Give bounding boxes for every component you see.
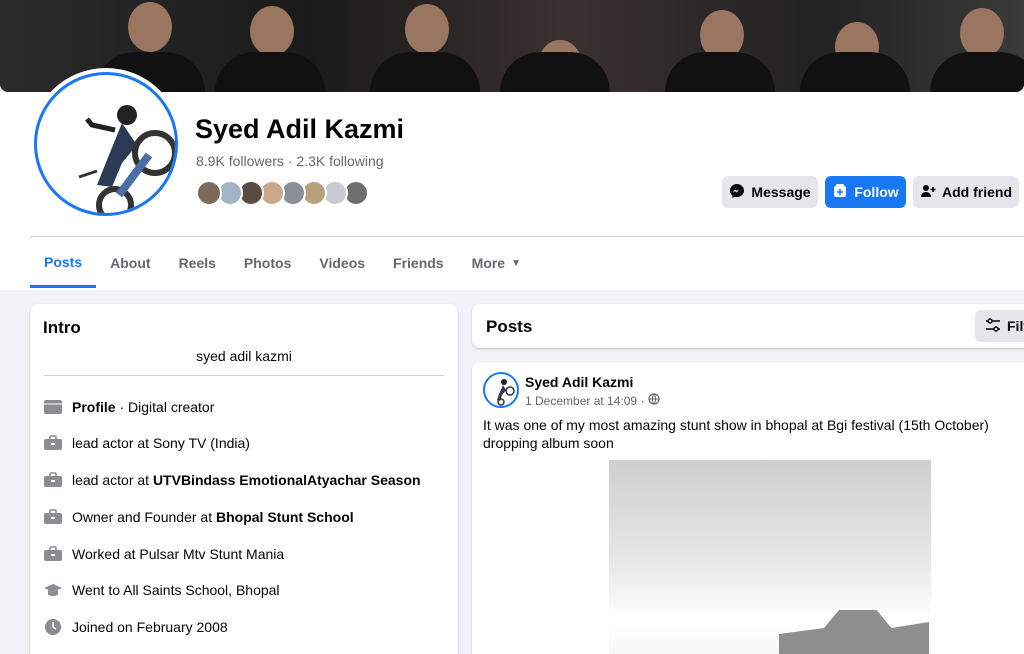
- tab-videos[interactable]: Videos: [305, 238, 379, 288]
- briefcase-icon: [44, 545, 62, 563]
- separator-dot: ·: [287, 153, 293, 169]
- intro-item-text: Went to All Saints School, Bhopal: [72, 582, 280, 598]
- intro-item-link[interactable]: UTVBindass EmotionalAtyachar Season: [153, 472, 421, 488]
- friend-avatar[interactable]: [196, 180, 222, 206]
- message-label: Message: [751, 184, 811, 200]
- intro-item-label: Went to All Saints School, Bhopal: [72, 582, 280, 598]
- followers-count[interactable]: 8.9K followers: [196, 153, 284, 169]
- intro-item-text: lead actor at UTVBindass EmotionalAtyach…: [72, 472, 421, 488]
- post-author-avatar[interactable]: [483, 372, 519, 408]
- add-friend-label: Add friend: [942, 184, 1012, 200]
- intro-item: Joined on February 2008: [44, 618, 228, 636]
- filters-button[interactable]: Filt: [975, 310, 1024, 342]
- tab-photos[interactable]: Photos: [230, 238, 305, 288]
- tab-posts[interactable]: Posts: [30, 238, 97, 288]
- briefcase-icon: [44, 434, 62, 452]
- tab-reels[interactable]: Reels: [165, 238, 230, 288]
- intro-card: Intro syed adil kazmi Profile · Digital …: [30, 304, 458, 654]
- profile-icon: [44, 398, 62, 416]
- intro-item: lead actor at Sony TV (India): [44, 434, 250, 452]
- messenger-icon: [729, 183, 745, 202]
- intro-title: Intro: [43, 318, 81, 337]
- intro-item-text: Profile · Digital creator: [72, 399, 214, 415]
- intro-item-label: lead actor at Sony TV (India): [72, 435, 250, 451]
- briefcase-icon: [44, 471, 62, 489]
- intro-item: Worked at Pulsar Mtv Stunt Mania: [44, 545, 284, 563]
- intro-item-text: Worked at Pulsar Mtv Stunt Mania: [72, 546, 284, 562]
- add-friend-button[interactable]: Add friend: [913, 176, 1019, 208]
- tab-friends[interactable]: Friends: [379, 238, 458, 288]
- post-image[interactable]: [609, 460, 931, 654]
- posts-header-card: Posts Filt: [472, 304, 1024, 348]
- profile-avatar[interactable]: [30, 68, 182, 220]
- tab-about[interactable]: About: [96, 238, 164, 288]
- intro-item-text: lead actor at Sony TV (India): [72, 435, 250, 451]
- intro-item-link[interactable]: Profile: [72, 399, 116, 415]
- post-timestamp[interactable]: 1 December at 14:09 ·: [525, 393, 661, 408]
- follower-counts[interactable]: 8.9K followers · 2.3K following: [196, 153, 384, 169]
- header-divider: [30, 236, 1024, 237]
- cover-photo[interactable]: [0, 0, 1024, 92]
- filter-sliders-icon: [985, 317, 1001, 335]
- profile-name: Syed Adil Kazmi: [195, 114, 405, 144]
- intro-item-link[interactable]: Bhopal Stunt School: [216, 509, 354, 525]
- post-author-name[interactable]: Syed Adil Kazmi: [525, 374, 633, 390]
- post-text: It was one of my most amazing stunt show…: [483, 417, 989, 451]
- graduation-cap-icon: [44, 581, 62, 599]
- intro-item-label: Owner and Founder at: [72, 509, 216, 525]
- stunt-bike-image: [78, 105, 175, 213]
- intro-item-label: Worked at Pulsar Mtv Stunt Mania: [72, 546, 285, 562]
- post-card: Syed Adil Kazmi 1 December at 14:09 · It…: [472, 362, 1024, 654]
- briefcase-icon: [44, 508, 62, 526]
- intro-bio: syed adil kazmi: [196, 348, 292, 364]
- intro-item: lead actor at UTVBindass EmotionalAtyach…: [44, 471, 421, 489]
- profile-tabs: Posts About Reels Photos Videos Friends …: [30, 238, 535, 290]
- message-button[interactable]: Message: [722, 176, 818, 208]
- tab-more[interactable]: More ▼: [458, 238, 535, 288]
- intro-item-label: Joined on February 2008: [72, 619, 228, 635]
- caret-down-icon: ▼: [511, 257, 521, 269]
- intro-item: Owner and Founder at Bhopal Stunt School: [44, 508, 354, 526]
- globe-icon: [648, 393, 661, 408]
- intro-item: Profile · Digital creator: [44, 398, 214, 416]
- posts-title: Posts: [486, 317, 533, 336]
- follow-button[interactable]: Follow: [825, 176, 906, 208]
- intro-item-text: Joined on February 2008: [72, 619, 228, 635]
- following-count[interactable]: 2.3K following: [296, 153, 383, 169]
- intro-item: Went to All Saints School, Bhopal: [44, 581, 280, 599]
- building-shape: [779, 610, 929, 654]
- intro-divider: [44, 375, 444, 376]
- intro-item-text: Owner and Founder at Bhopal Stunt School: [72, 509, 354, 525]
- follow-label: Follow: [854, 184, 899, 200]
- intro-item-label: lead actor at: [72, 472, 153, 488]
- clock-icon: [44, 618, 62, 636]
- follow-icon: [832, 183, 848, 202]
- filters-label: Filt: [1007, 318, 1024, 334]
- mutual-friends-avatars[interactable]: [196, 180, 369, 206]
- intro-item-label: · Digital creator: [115, 399, 215, 415]
- add-friend-icon: [920, 183, 936, 202]
